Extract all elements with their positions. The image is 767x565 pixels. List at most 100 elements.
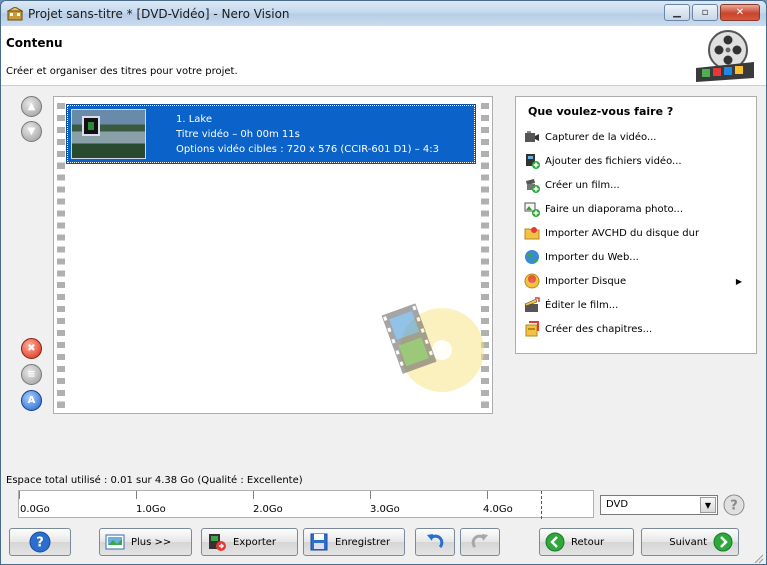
close-button[interactable]: ✕ <box>720 4 760 21</box>
task-add-video-files[interactable]: Ajouter des fichiers vidéo... <box>524 151 744 171</box>
disc-type-value: DVD <box>606 499 629 510</box>
title-bar[interactable]: Projet sans-titre * [DVD-Vidéo] - Nero V… <box>1 1 766 26</box>
ruler-tick <box>19 491 20 499</box>
task-label: Faire un diaporama photo... <box>545 203 684 215</box>
disc-capacity-limit-marker <box>541 491 542 519</box>
tasks-panel: Que voulez-vous faire ? Capturer de la v… <box>515 96 757 354</box>
disc-type-select[interactable]: DVD ▼ <box>600 495 718 515</box>
film-reel-logo-icon <box>696 30 754 82</box>
titles-list[interactable]: 1. Lake Titre vidéo – 0h 00m 11s Options… <box>53 96 493 414</box>
task-label: Importer Disque <box>545 275 627 287</box>
floppy-disk-icon <box>310 533 328 551</box>
minimize-button[interactable]: ▁ <box>664 4 690 21</box>
ruler-tick <box>136 491 137 499</box>
arrow-right-icon <box>713 532 733 552</box>
title-video-options: Options vidéo cibles : 720 x 576 (CCIR-6… <box>176 144 440 155</box>
clapper-icon <box>524 297 540 312</box>
close-icon: ✕ <box>735 7 745 18</box>
film-sprockets-left <box>57 101 65 411</box>
move-down-button[interactable]: ▼ <box>21 121 42 142</box>
film-disc-watermark-icon <box>381 303 484 392</box>
next-label: Suivant <box>669 536 707 548</box>
window-title: Projet sans-titre * [DVD-Vidéo] - Nero V… <box>28 6 290 21</box>
back-label: Retour <box>571 536 605 548</box>
chapters-icon <box>525 321 539 337</box>
maximize-button[interactable]: ▫ <box>692 4 718 21</box>
page-title: Contenu <box>6 36 63 50</box>
nero-app-icon <box>7 6 23 20</box>
tasks-heading: Que voulez-vous faire ? <box>528 105 674 118</box>
more-options-icon <box>105 534 125 550</box>
task-label: Éditer le film... <box>545 299 619 311</box>
task-import-web[interactable]: Importer du Web... <box>524 247 744 267</box>
task-label: Créer des chapitres... <box>545 323 653 335</box>
folder-icon <box>524 227 540 240</box>
svg-text:?: ? <box>730 499 738 514</box>
export-icon <box>209 534 226 551</box>
more-button[interactable]: Plus >> <box>99 528 192 556</box>
task-import-avchd[interactable]: Importer AVCHD du disque dur <box>524 223 744 243</box>
task-create-movie[interactable]: Créer un film... <box>524 175 744 195</box>
disc-icon <box>524 273 540 289</box>
ruler-tick <box>370 491 371 499</box>
select-all-icon: A <box>27 395 36 406</box>
task-photo-slideshow[interactable]: Faire un diaporama photo... <box>524 199 744 219</box>
window-controls: ▁ ▫ ✕ <box>664 4 760 21</box>
redo-button[interactable] <box>460 528 500 556</box>
arrow-up-icon: ▲ <box>27 101 36 112</box>
disc-space-summary: Espace total utilisé : 0.01 sur 4.38 Go … <box>6 475 303 486</box>
ruler-label: 2.0Go <box>253 504 283 515</box>
task-edit-movie[interactable]: Éditer le film... <box>524 295 744 315</box>
delete-icon: ✖ <box>27 343 36 354</box>
page-subtitle: Créer et organiser des titres pour votre… <box>6 66 238 77</box>
video-clip-icon <box>82 116 100 136</box>
delete-title-button[interactable]: ✖ <box>21 338 42 359</box>
bottom-toolbar: ? Plus >> Exporter Enregistrer Retour Su… <box>1 520 766 564</box>
title-name: 1. Lake <box>176 114 213 125</box>
arrow-down-icon: ▼ <box>27 126 36 137</box>
properties-button[interactable]: ≡ <box>21 364 42 385</box>
svg-text:?: ? <box>36 536 44 551</box>
submenu-arrow-icon: ▶ <box>735 276 742 286</box>
chevron-down-icon[interactable]: ▼ <box>700 497 716 513</box>
add-video-icon <box>526 154 540 169</box>
redo-icon <box>471 534 488 549</box>
task-label: Ajouter des fichiers vidéo... <box>545 155 682 167</box>
camcorder-icon <box>525 131 539 142</box>
task-capture-video[interactable]: Capturer de la vidéo... <box>524 127 744 147</box>
ruler-tick <box>253 491 254 499</box>
maximize-icon: ▫ <box>701 7 709 18</box>
export-button[interactable]: Exporter <box>201 528 298 556</box>
export-label: Exporter <box>233 536 276 548</box>
next-button[interactable]: Suivant <box>641 528 739 556</box>
move-up-button[interactable]: ▲ <box>21 96 42 117</box>
task-label: Importer AVCHD du disque dur <box>545 227 700 239</box>
minimize-icon: ▁ <box>673 7 681 18</box>
ruler-tick <box>487 491 488 499</box>
help-icon: ? <box>29 531 51 553</box>
resize-grip-icon[interactable] <box>754 554 764 564</box>
disc-capacity-ruler: 0.0Go 1.0Go 2.0Go 3.0Go 4.0Go <box>18 490 594 519</box>
task-import-disc[interactable]: Importer Disque ▶ <box>524 271 744 291</box>
task-create-chapters[interactable]: Créer des chapitres... <box>524 319 744 339</box>
title-item-selected[interactable]: 1. Lake Titre vidéo – 0h 00m 11s Options… <box>66 104 476 164</box>
help-button[interactable]: ? <box>9 528 71 556</box>
properties-icon: ≡ <box>27 369 36 380</box>
ruler-label: 3.0Go <box>370 504 400 515</box>
globe-icon <box>525 250 539 264</box>
app-window: Projet sans-titre * [DVD-Vidéo] - Nero V… <box>0 0 767 565</box>
save-button[interactable]: Enregistrer <box>303 528 405 556</box>
task-label: Créer un film... <box>545 179 620 191</box>
page-header: Contenu Créer et organiser des titres po… <box>1 26 766 86</box>
arrow-left-icon <box>545 532 565 552</box>
back-button[interactable]: Retour <box>539 528 634 556</box>
more-label: Plus >> <box>131 536 172 548</box>
select-all-button[interactable]: A <box>21 390 42 411</box>
task-label: Importer du Web... <box>545 251 639 263</box>
slideshow-icon <box>524 202 540 217</box>
undo-button[interactable] <box>415 528 455 556</box>
title-thumbnail <box>71 109 146 159</box>
disc-type-help-icon[interactable]: ? <box>723 494 745 516</box>
title-duration: Titre vidéo – 0h 00m 11s <box>176 129 300 140</box>
undo-icon <box>427 534 444 549</box>
